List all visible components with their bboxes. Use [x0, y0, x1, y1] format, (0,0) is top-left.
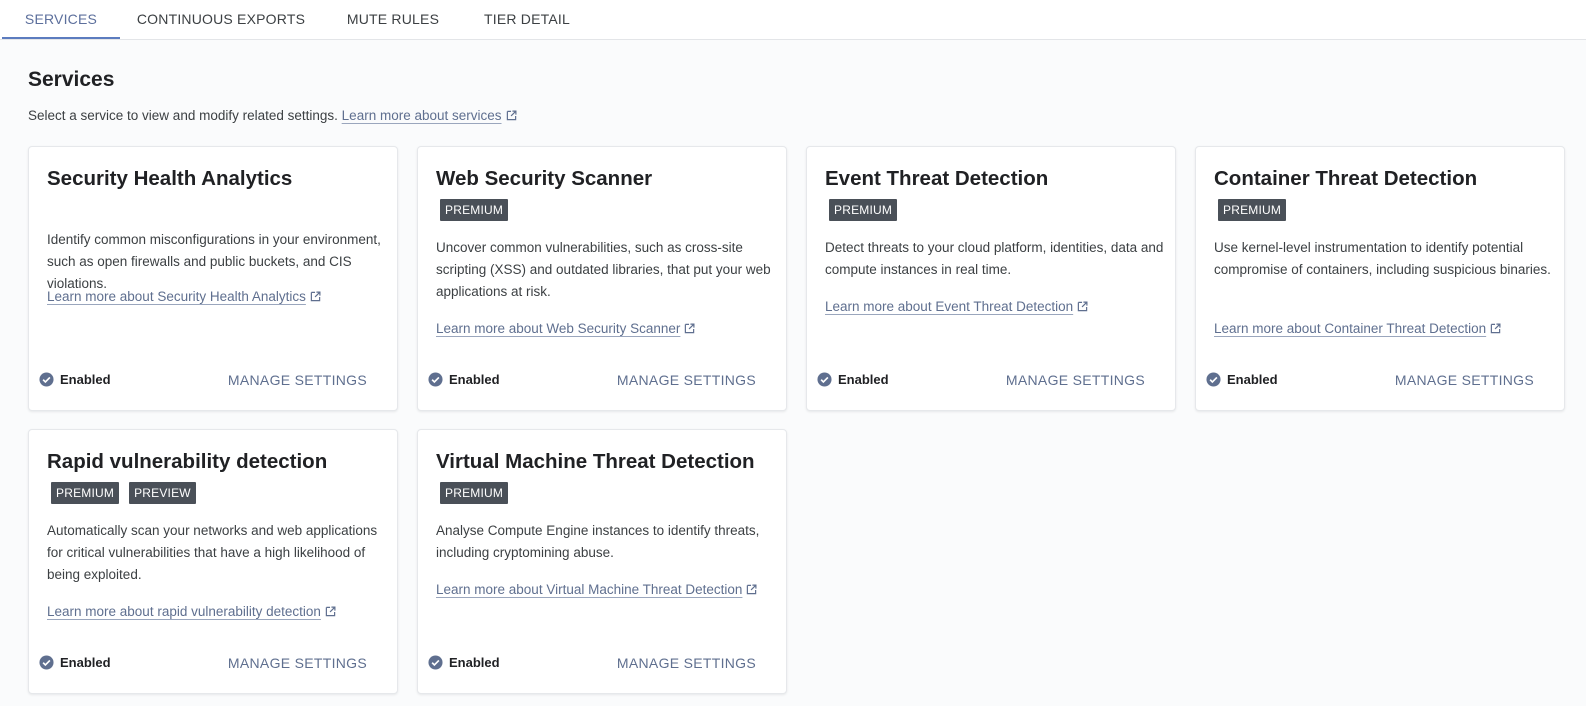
service-card-title: Web Security Scanner [436, 167, 653, 190]
service-card-footer: Enabled MANAGE SETTINGS [817, 372, 1145, 392]
learn-more-services-link[interactable]: Learn more about services [342, 108, 517, 123]
premium-badge: PREMIUM [51, 482, 120, 504]
service-learn-more-label: Learn more about Container Threat Detect… [1214, 321, 1487, 336]
tab-mute-rules[interactable]: MUTE RULES [334, 0, 452, 39]
external-link-icon [1490, 323, 1501, 334]
service-learn-more-label: Learn more about Web Security Scanner [436, 321, 681, 336]
premium-badge: PREMIUM [440, 482, 509, 504]
service-learn-more-link[interactable]: Learn more about Security Health Analyti… [47, 286, 387, 308]
status-text: Enabled [838, 372, 889, 387]
page-description-text: Select a service to view and modify rela… [28, 108, 338, 123]
service-learn-more-link[interactable]: Learn more about Virtual Machine Threat … [436, 579, 776, 601]
service-card-3: Container Threat Detection PREMIUM Use k… [1195, 146, 1565, 411]
check-circle-icon [1206, 372, 1221, 387]
status-text: Enabled [60, 372, 111, 387]
tab-services[interactable]: SERVICES [2, 0, 120, 39]
badge-group: PREMIUM [829, 199, 898, 221]
service-card-title: Security Health Analytics [47, 167, 293, 190]
external-link-icon [747, 584, 757, 595]
status-text: Enabled [449, 372, 500, 387]
external-link-icon [325, 606, 336, 617]
status-badge: Enabled [428, 372, 500, 387]
service-card-footer: Enabled MANAGE SETTINGS [39, 372, 367, 392]
service-learn-more-label: Learn more about rapid vulnerability det… [47, 604, 321, 619]
check-circle-icon [817, 372, 832, 387]
status-badge: Enabled [1206, 372, 1278, 387]
service-learn-more-label: Learn more about Security Health Analyti… [47, 289, 306, 304]
service-card-2: Event Threat Detection PREMIUM Detect th… [806, 146, 1176, 411]
status-badge: Enabled [39, 655, 111, 670]
premium-badge: PREMIUM [829, 199, 898, 221]
premium-badge: PREMIUM [440, 199, 509, 221]
learn-more-services-label: Learn more about services [341, 108, 502, 123]
check-circle-icon [39, 372, 54, 387]
status-badge: Enabled [817, 372, 889, 387]
service-card-description: Uncover common vulnerabilities, such as … [436, 240, 771, 299]
external-link-icon [506, 110, 517, 121]
manage-settings-button[interactable]: MANAGE SETTINGS [617, 372, 756, 388]
external-link-icon [310, 291, 321, 302]
premium-badge: PREMIUM [1218, 199, 1287, 221]
status-badge: Enabled [428, 655, 500, 670]
service-learn-more-link[interactable]: Learn more about Container Threat Detect… [1214, 318, 1554, 340]
service-card-1: Web Security Scanner PREMIUM Uncover com… [417, 146, 787, 411]
service-card-footer: Enabled MANAGE SETTINGS [1206, 372, 1534, 392]
service-card-title: Event Threat Detection [825, 167, 1049, 190]
service-card-5: Virtual Machine Threat Detection PREMIUM… [417, 429, 787, 694]
manage-settings-button[interactable]: MANAGE SETTINGS [1006, 372, 1145, 388]
page-title: Services [28, 68, 115, 91]
badge-group: PREMIUM PREVIEW [51, 482, 196, 504]
check-circle-icon [39, 655, 54, 670]
service-card-description: Detect threats to your cloud platform, i… [825, 240, 1164, 277]
manage-settings-button[interactable]: MANAGE SETTINGS [228, 655, 367, 671]
service-card-title: Virtual Machine Threat Detection [436, 450, 755, 473]
page-description: Select a service to view and modify rela… [28, 108, 517, 123]
badge-group: PREMIUM [440, 199, 509, 221]
external-link-icon [685, 323, 695, 334]
status-text: Enabled [449, 655, 500, 670]
external-link-icon [1077, 301, 1088, 312]
status-text: Enabled [1227, 372, 1278, 387]
service-learn-more-link[interactable]: Learn more about Web Security Scanner [436, 318, 776, 340]
manage-settings-button[interactable]: MANAGE SETTINGS [228, 372, 367, 388]
preview-badge: PREVIEW [129, 482, 196, 504]
service-card-description: Use kernel-level instrumentation to iden… [1214, 240, 1551, 277]
badge-group: PREMIUM [1218, 199, 1287, 221]
service-card-description: Automatically scan your networks and web… [47, 523, 378, 582]
service-learn-more-link[interactable]: Learn more about rapid vulnerability det… [47, 601, 387, 623]
status-badge: Enabled [39, 372, 111, 387]
service-card-footer: Enabled MANAGE SETTINGS [428, 655, 756, 675]
service-learn-more-link[interactable]: Learn more about Event Threat Detection [825, 296, 1165, 318]
status-text: Enabled [60, 655, 111, 670]
check-circle-icon [428, 372, 443, 387]
service-card-title: Container Threat Detection [1214, 167, 1478, 190]
manage-settings-button[interactable]: MANAGE SETTINGS [1395, 372, 1534, 388]
service-learn-more-label: Learn more about Virtual Machine Threat … [436, 582, 743, 597]
service-learn-more-label: Learn more about Event Threat Detection [825, 299, 1074, 314]
tab-tier-detail[interactable]: TIER DETAIL [470, 0, 584, 39]
tab-bar: SERVICES CONTINUOUS EXPORTS MUTE RULES T… [0, 0, 1586, 40]
manage-settings-button[interactable]: MANAGE SETTINGS [617, 655, 756, 671]
service-card-footer: Enabled MANAGE SETTINGS [39, 655, 367, 675]
tab-continuous-exports[interactable]: CONTINUOUS EXPORTS [128, 0, 314, 39]
service-card-footer: Enabled MANAGE SETTINGS [428, 372, 756, 392]
check-circle-icon [428, 655, 443, 670]
service-card-description: Analyse Compute Engine instances to iden… [436, 523, 760, 560]
service-card-0: Security Health Analytics Identify commo… [28, 146, 398, 411]
badge-group: PREMIUM [440, 482, 509, 504]
service-card-4: Rapid vulnerability detection PREMIUM PRE… [28, 429, 398, 694]
service-card-title: Rapid vulnerability detection [47, 450, 328, 473]
